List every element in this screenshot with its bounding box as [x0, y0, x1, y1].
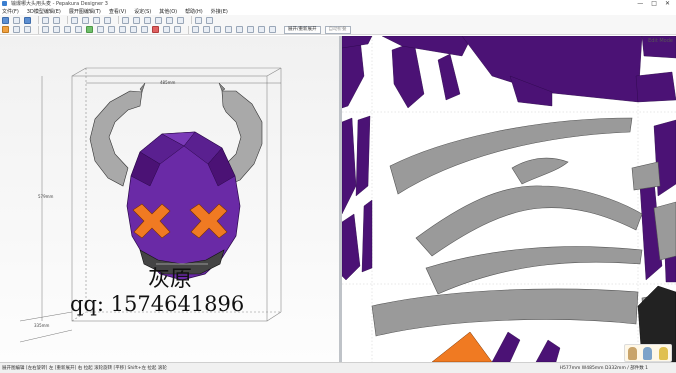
color-icon[interactable]: [258, 26, 265, 33]
ungroup-icon[interactable]: [225, 26, 232, 33]
right-horn-tip: [218, 82, 226, 92]
menu-bar: 文件(F) 3D模型编辑(E) 展开图编辑(T) 查看(V) 设定(S) 其他(…: [0, 7, 676, 15]
menu-view[interactable]: 查看(V): [109, 8, 126, 15]
scale-icon[interactable]: [206, 16, 213, 24]
chibi-character-icon: [628, 346, 638, 360]
2d-pattern-pane[interactable]: Edit Mode: [342, 36, 676, 362]
link-icon[interactable]: [141, 26, 148, 33]
select-icon[interactable]: [2, 26, 9, 33]
align-icon[interactable]: [203, 26, 210, 33]
rotate-icon[interactable]: [13, 26, 20, 33]
status-hint-text: 展开图编辑 [左右旋转] 左 [重新展开] 右 拉起 滚轮旋转 [平移] Shi…: [2, 366, 167, 371]
fold-icon[interactable]: [64, 26, 71, 33]
menu-3d-edit[interactable]: 3D模型编辑(E): [27, 8, 61, 15]
auto-fold-button[interactable]: 自动折叠: [324, 25, 351, 34]
window-title: 输爆哪大头用头麦 - Pepakura Designer 3: [11, 1, 108, 7]
corner-sticker-image: [624, 344, 672, 362]
purple-parts-top: [342, 36, 676, 109]
title-bar: 输爆哪大头用头麦 - Pepakura Designer 3 — □ ✕: [0, 0, 676, 7]
texture-icon[interactable]: [133, 16, 140, 24]
flap-icon[interactable]: [166, 16, 173, 24]
arrange-icon[interactable]: [192, 26, 199, 33]
redo-icon[interactable]: [82, 16, 89, 24]
toolbar-separator: [38, 16, 39, 24]
toolbar-separator: [67, 16, 68, 24]
join-icon[interactable]: [53, 26, 60, 33]
chibi-character-icon: [658, 346, 668, 360]
measure-icon[interactable]: [269, 26, 276, 33]
purple-parts-left: [342, 115, 373, 281]
unfold-button[interactable]: 展开/重新展开: [284, 25, 321, 34]
group-icon[interactable]: [214, 26, 221, 33]
redo-icon[interactable]: [130, 26, 137, 33]
menu-file[interactable]: 文件(F): [2, 8, 19, 15]
status-dimensions-text: H577mm W485mm D332mm / 部件数 1: [559, 366, 648, 371]
flip-icon[interactable]: [75, 26, 82, 33]
delete-icon[interactable]: [152, 26, 159, 33]
tools-toolbar: 展开/重新展开 自动折叠: [0, 25, 676, 35]
open-icon[interactable]: [13, 16, 20, 24]
maximize-button[interactable]: □: [651, 0, 657, 7]
new-icon[interactable]: [2, 16, 9, 24]
face-icon[interactable]: [155, 16, 162, 24]
chibi-character-icon: [643, 346, 653, 360]
text-icon[interactable]: [163, 26, 170, 33]
toolbar-separator: [191, 16, 192, 24]
split-icon[interactable]: [97, 26, 104, 33]
fit-icon[interactable]: [104, 16, 111, 24]
watermark-author-name: 灰原: [148, 267, 193, 292]
height-dimension-label: 579mm: [38, 194, 54, 199]
unfold-icon[interactable]: [86, 26, 93, 33]
settings-icon[interactable]: [247, 26, 254, 33]
grid-icon[interactable]: [122, 16, 129, 24]
main-toolbar: [0, 15, 676, 25]
minimize-button[interactable]: —: [637, 0, 643, 7]
save-icon[interactable]: [24, 16, 31, 24]
cut-icon[interactable]: [42, 26, 49, 33]
menu-help[interactable]: 帮助(H): [185, 8, 203, 15]
depth-dimension-label: 335mm: [34, 323, 50, 328]
purple-parts-right: [639, 119, 676, 283]
menu-other[interactable]: 其他(O): [159, 8, 177, 15]
undo-icon[interactable]: [71, 16, 78, 24]
menu-plugin[interactable]: 外接(E): [211, 8, 228, 15]
edit-mode-label: Edit Mode: [648, 38, 673, 44]
merge-icon[interactable]: [108, 26, 115, 33]
edge-icon[interactable]: [144, 16, 151, 24]
number-icon[interactable]: [177, 16, 184, 24]
gray-horn-parts: [371, 117, 676, 337]
width-dimension-label: 485mm: [160, 80, 176, 85]
app-icon: [2, 1, 7, 6]
toolbar-separator: [38, 25, 39, 34]
print-icon[interactable]: [42, 16, 49, 24]
layout-icon[interactable]: [195, 16, 202, 24]
left-horn-tip: [139, 82, 146, 93]
toolbar-separator: [118, 16, 119, 24]
watermark-qq-number: qq: 1574641896: [70, 292, 245, 316]
status-bar: 展开图编辑 [左右旋转] 左 [重新展开] 右 拉起 滚轮旋转 [平移] Shi…: [0, 362, 676, 373]
close-button[interactable]: ✕: [665, 0, 670, 7]
menu-settings[interactable]: 设定(S): [134, 8, 151, 15]
menu-2d-edit[interactable]: 展开图编辑(T): [69, 8, 101, 15]
move-icon[interactable]: [24, 26, 31, 33]
undo-icon[interactable]: [119, 26, 126, 33]
image-icon[interactable]: [174, 26, 181, 33]
page-icon[interactable]: [236, 26, 243, 33]
2d-pattern-canvas[interactable]: [342, 36, 676, 362]
toolbar-separator: [188, 25, 189, 34]
zoom-icon[interactable]: [93, 16, 100, 24]
print-preview-icon[interactable]: [53, 16, 60, 24]
